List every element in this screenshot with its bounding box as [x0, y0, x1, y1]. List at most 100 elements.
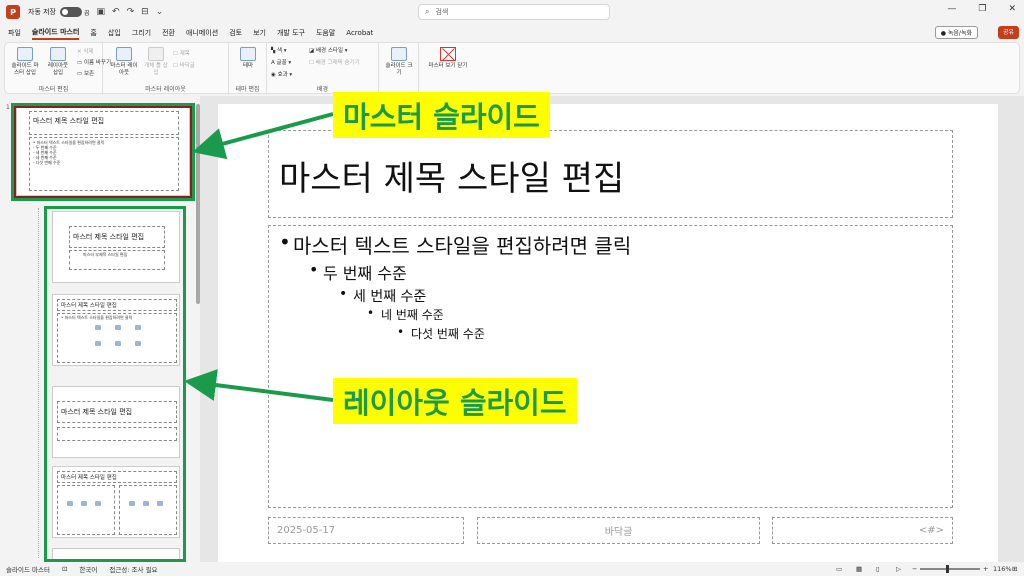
powerpoint-logo-icon: P [6, 5, 20, 19]
title-placeholder[interactable]: 마스터 제목 스타일 편집 [268, 130, 953, 218]
fit-to-window-icon[interactable]: ⊞ [1012, 565, 1017, 573]
rename-icon: ▭ [77, 60, 84, 66]
save-icon[interactable]: ▣ [97, 7, 106, 17]
insert-layout-button[interactable]: 레이아웃 삽입 [45, 47, 71, 77]
insert-master-button[interactable]: 슬라이드 마스터 삽입 [9, 47, 41, 77]
fonts-label: 글꼴 [276, 60, 287, 66]
menu-bar: 파일 슬라이드 마스터 홈 삽입 그리기 전환 애니메이션 검토 보기 개발 도구 도움말 Acrob… [0, 24, 1024, 42]
effects-dropdown[interactable]: ◉ 효과 ▾ [271, 70, 292, 78]
reading-view-icon[interactable]: ▯ [876, 565, 880, 573]
normal-view-icon[interactable]: ▭ [836, 565, 842, 573]
menu-item-5[interactable]: 전환 [162, 28, 175, 38]
menu-item-8[interactable]: 보기 [253, 28, 266, 38]
hierarchy-line [38, 208, 39, 558]
autosave-state: 끔 [84, 9, 90, 17]
autosave-toggle[interactable] [60, 7, 82, 17]
insert-placeholder-button[interactable]: 개체 틀 삽입 [143, 47, 169, 77]
minimize-icon[interactable]: — [947, 4, 956, 14]
slide-number: 1 [6, 104, 10, 111]
theme-button[interactable]: 테마 [235, 47, 261, 70]
title-bar: P 자동 저장 끔 ▣ ↶ ↷ ⊟ ⌄ ⌕ 검색 — ❐ ✕ [0, 0, 1024, 24]
menu-item-3[interactable]: 삽입 [108, 28, 121, 38]
menu-item-0[interactable]: 파일 [8, 28, 21, 38]
bg-styles-dropdown[interactable]: ◪ 배경 스타일 ▾ [309, 46, 348, 54]
ribbon-group-close: 마스터 보기 닫기 [419, 43, 477, 95]
delete-label: 삭제 [83, 49, 94, 55]
effects-label: 효과 [277, 72, 288, 78]
zoom-in-icon[interactable]: + [983, 565, 988, 573]
search-box[interactable]: ⌕ 검색 [418, 4, 610, 20]
master-selection-border [14, 106, 192, 198]
delete-button[interactable]: ✕ 삭제 [77, 47, 93, 55]
restore-icon[interactable]: ❐ [978, 4, 986, 14]
menu-item-2[interactable]: 홈 [90, 28, 96, 38]
record-button[interactable]: ● 녹음/녹화 [934, 26, 978, 39]
powerpoint-window: P 자동 저장 끔 ▣ ↶ ↷ ⊟ ⌄ ⌕ 검색 — ❐ ✕ 파일슬라이드 마스… [0, 0, 1024, 576]
bg-styles-icon: ◪ [309, 48, 316, 54]
body-level-5: 다섯 번째 수준 [397, 325, 485, 342]
zoom-slider-track[interactable] [920, 568, 980, 570]
title-checkbox-icon: ☐ [173, 51, 180, 57]
master-layout-button[interactable]: 마스터 레이아웃 [109, 47, 139, 77]
zoom-slider-knob[interactable] [946, 565, 949, 573]
sorter-view-icon[interactable]: ▦ [856, 565, 862, 573]
ribbon-group-master-layout: 마스터 레이아웃 개체 틀 삽입 ☐ 제목 ☐ 바닥글 마스터 레이아웃 [103, 43, 229, 95]
placeholder-icon [148, 47, 164, 61]
hide-bg-label: 배경 그래픽 숨기기 [315, 60, 360, 66]
title-checkbox[interactable]: ☐ 제목 [173, 49, 190, 57]
menu-item-10[interactable]: 도움말 [316, 28, 335, 38]
close-master-view-button[interactable]: 마스터 보기 닫기 [423, 47, 473, 70]
accessibility-status[interactable]: 접근성: 조사 필요 [109, 564, 157, 574]
theme-icon [240, 47, 256, 61]
view-status: 슬라이드 마스터 [6, 566, 50, 574]
undo-icon[interactable]: ↶ [112, 7, 120, 17]
date-text: 2025-05-17 [277, 525, 336, 536]
close-window-icon[interactable]: ✕ [1008, 4, 1016, 14]
bg-styles-label: 배경 스타일 [315, 48, 344, 54]
insert-layout-icon [50, 47, 66, 61]
ribbon-group-master-edit: 슬라이드 마스터 삽입 레이아웃 삽입 ✕ 삭제 ▭ 이름 바꾸기 ▭ 보존 마… [5, 43, 111, 95]
notes-icon[interactable]: ⊡ [62, 565, 67, 573]
master-layout-label: 마스터 레이아웃 [110, 63, 138, 76]
menu-item-4[interactable]: 그리기 [132, 28, 151, 38]
zoom-level[interactable]: 116% [993, 565, 1012, 573]
ribbon-group-size: 슬라이드 크기 [379, 43, 419, 95]
share-button[interactable]: 공유 [997, 26, 1019, 39]
fonts-dropdown[interactable]: A 글꼴 ▾ [271, 58, 291, 66]
slide-size-icon [391, 47, 407, 61]
menu-item-7[interactable]: 검토 [229, 28, 242, 38]
footer-text: 바닥글 [604, 527, 633, 538]
colors-dropdown[interactable]: ▚ 색 ▾ [271, 46, 287, 54]
menu-item-9[interactable]: 개발 도구 [277, 28, 305, 38]
footer-checkbox[interactable]: ☐ 바닥글 [173, 61, 195, 69]
preserve-button[interactable]: ▭ 보존 [77, 69, 94, 77]
footer-placeholder[interactable]: 바닥글 [477, 517, 760, 544]
date-placeholder[interactable]: 2025-05-17 [268, 517, 464, 544]
menu-item-6[interactable]: 애니메이션 [186, 28, 218, 38]
slide-title-text: 마스터 제목 스타일 편집 [279, 159, 625, 199]
master-layout-group-label: 마스터 레이아웃 [145, 86, 186, 93]
ribbon-group-background: ▚ 색 ▾ A 글꼴 ▾ ◉ 효과 ▾ ◪ 배경 스타일 ▾ ☐ 배경 그래픽 … [267, 43, 379, 95]
slide-number-placeholder[interactable]: <#> [772, 517, 953, 544]
hide-bg-checkbox[interactable]: ☐ 배경 그래픽 숨기기 [309, 58, 360, 66]
master-slide-callout: 마스터 슬라이드 [333, 92, 550, 138]
slideshow-view-icon[interactable]: ▷ [896, 565, 901, 573]
slide-number-text: <#> [918, 525, 944, 536]
ribbon: 슬라이드 마스터 삽입 레이아웃 삽입 ✕ 삭제 ▭ 이름 바꾸기 ▭ 보존 마… [4, 42, 1020, 95]
slide-size-button[interactable]: 슬라이드 크기 [385, 47, 413, 77]
menu-item-1[interactable]: 슬라이드 마스터 [31, 27, 80, 40]
insert-master-label: 슬라이드 마스터 삽입 [11, 63, 39, 76]
master-edit-group-label: 마스터 편집 [38, 86, 69, 93]
redo-icon[interactable]: ↷ [127, 7, 135, 17]
menu-item-11[interactable]: Acrobat [346, 29, 373, 37]
body-placeholder[interactable]: 마스터 텍스트 스타일을 편집하려면 클릭 두 번째 수준 세 번째 수준 네 … [268, 225, 953, 508]
language-status[interactable]: 한국어 [79, 564, 97, 574]
zoom-out-icon[interactable]: − [912, 565, 917, 573]
customize-qat-icon[interactable]: ⌄ [156, 7, 164, 17]
insert-master-icon [17, 47, 33, 61]
insert-layout-label: 레이아웃 삽입 [47, 63, 69, 76]
layout-highlight-box [44, 206, 186, 562]
present-icon[interactable]: ⊟ [141, 7, 149, 17]
colors-label: 색 [276, 48, 283, 54]
ribbon-group-theme-edit: 테마 테마 편집 [229, 43, 267, 95]
